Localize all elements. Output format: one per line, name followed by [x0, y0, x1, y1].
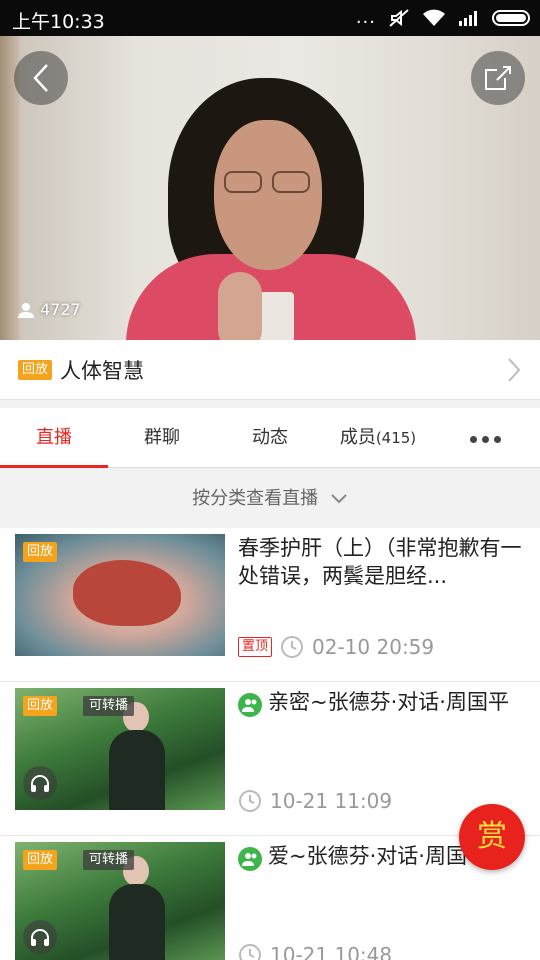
share-button[interactable]: [471, 51, 525, 105]
list-item[interactable]: 回放 春季护肝（上）（非常抱歉有一处错误，两鬓是胆经... 置顶 02-10 2…: [0, 528, 540, 682]
headphones-icon: [23, 920, 57, 954]
tab-group-chat-label: 群聊: [144, 427, 180, 448]
tab-bar: 直播 群聊 动态 成员(415): [0, 408, 540, 468]
share-icon: [485, 66, 511, 90]
pinned-badge: 置顶: [238, 637, 273, 657]
more-icon[interactable]: [470, 436, 501, 443]
item-meta: 置顶 02-10 20:59: [238, 635, 434, 659]
group-icon: [238, 847, 262, 871]
live-list: 回放 春季护肝（上）（非常抱歉有一处错误，两鬓是胆经... 置顶 02-10 2…: [0, 528, 540, 960]
item-title-text: 爱~张德芬·对话·周国平: [268, 844, 488, 868]
tab-moments-label: 动态: [252, 427, 288, 448]
signal-icon: [459, 11, 477, 26]
chevron-left-icon: [33, 64, 48, 92]
more-notifications-icon: ...: [355, 7, 376, 28]
viewer-count-label: 4727: [40, 300, 81, 319]
rebroadcast-badge: 可转播: [83, 696, 135, 716]
speaker-glasses: [224, 171, 312, 193]
item-title: 亲密~张德芬·对话·周国平: [238, 688, 523, 717]
live-title: 人体智慧: [60, 358, 145, 383]
group-icon: [238, 693, 262, 717]
replay-badge: 回放: [23, 542, 58, 562]
category-filter-label: 按分类查看直播: [192, 488, 319, 509]
status-bar: 上午10:33 ...: [0, 0, 540, 36]
rebroadcast-badge: 可转播: [83, 850, 135, 870]
back-button[interactable]: [14, 51, 68, 105]
video-player[interactable]: 4727: [0, 36, 540, 340]
member-count: (415): [375, 429, 417, 447]
item-datetime: 10-21 10:48: [270, 943, 393, 960]
status-icons: ...: [356, 8, 530, 28]
item-thumbnail: 回放: [15, 534, 225, 656]
speaker-face: [214, 120, 322, 270]
chevron-right-icon: [508, 358, 521, 382]
item-thumbnail: 回放 可转播: [15, 842, 225, 960]
chevron-down-icon: [331, 494, 347, 504]
wifi-icon: [423, 9, 445, 26]
item-title: 春季护肝（上）（非常抱歉有一处错误，两鬓是胆经...: [238, 536, 522, 588]
woman-figure: [107, 856, 167, 960]
status-time: 上午10:33: [12, 11, 105, 33]
person-icon: [18, 302, 34, 318]
replay-badge: 回放: [18, 359, 53, 380]
item-datetime: 10-21 11:09: [270, 789, 393, 813]
tab-moments[interactable]: 动态: [216, 408, 324, 468]
replay-badge: 回放: [23, 696, 58, 716]
speaker-hand: [218, 272, 262, 340]
tab-live-label: 直播: [36, 427, 72, 448]
item-thumbnail: 回放 可转播: [15, 688, 225, 810]
clock-icon: [239, 944, 261, 960]
clock-icon: [239, 790, 261, 812]
live-title-row[interactable]: 回放 人体智慧: [0, 340, 540, 400]
item-meta: 10-21 11:09: [238, 789, 392, 813]
viewer-count: 4727: [18, 300, 81, 319]
battery-icon: [492, 10, 530, 26]
list-item[interactable]: 回放 可转播 亲密~张德芬·对话·周国平 10-21 11:09: [0, 682, 540, 836]
clock-icon: [281, 636, 304, 658]
mute-icon: [389, 9, 409, 27]
headphones-icon: [23, 766, 57, 800]
liver-illustration: [73, 560, 181, 626]
item-datetime: 02-10 20:59: [312, 635, 435, 659]
item-meta: 10-21 10:48: [238, 943, 392, 960]
item-title-text: 亲密~张德芬·对话·周国平: [268, 690, 509, 714]
replay-badge: 回放: [23, 850, 58, 870]
active-tab-indicator: [0, 465, 108, 468]
tab-live[interactable]: 直播: [0, 408, 108, 468]
tab-group-chat[interactable]: 群聊: [108, 408, 216, 468]
tab-members-label: 成员: [339, 427, 376, 448]
category-filter[interactable]: 按分类查看直播: [0, 469, 540, 528]
tab-members[interactable]: 成员(415): [324, 408, 432, 468]
woman-figure: [107, 702, 167, 810]
list-item[interactable]: 回放 可转播 爱~张德芬·对话·周国平 10-21 10:48: [0, 836, 540, 960]
reward-button[interactable]: 赏: [459, 804, 525, 870]
